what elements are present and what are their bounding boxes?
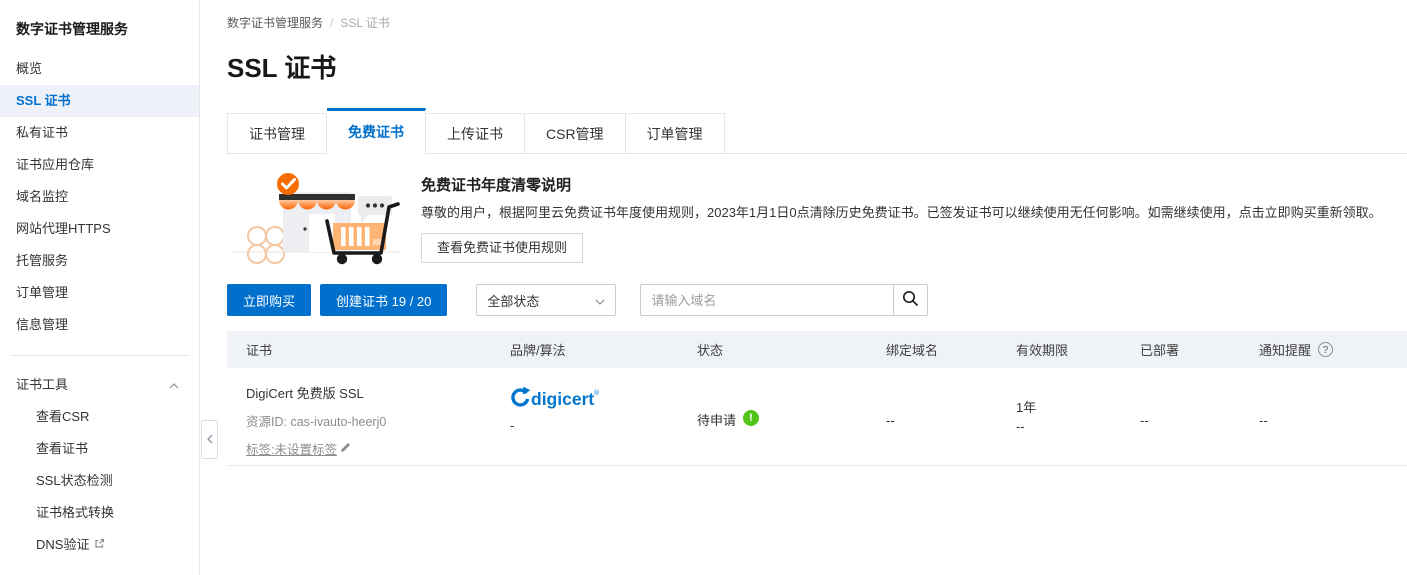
sidebar-divider xyxy=(10,355,189,356)
banner-description: 尊敬的用户，根据阿里云免费证书年度使用规则，2023年1月1日0点清除历史免费证… xyxy=(421,204,1382,221)
breadcrumb-root[interactable]: 数字证书管理服务 xyxy=(227,16,323,30)
sidebar-item-dns-verify[interactable]: DNS验证 xyxy=(0,529,199,561)
sidebar-item-info-mgmt[interactable]: 信息管理 xyxy=(0,309,199,341)
table-header-row: 证书 品牌/算法 状态 绑定域名 有效期限 已部署 通知提醒 ? xyxy=(227,331,1407,368)
sidebar-item-ssl-cert[interactable]: SSL 证书 xyxy=(0,85,199,117)
page-title: SSL 证书 xyxy=(227,48,1407,85)
sidebar-item-label: 证书格式转换 xyxy=(36,497,114,529)
cert-name: DigiCert 免费版 SSL xyxy=(246,368,510,402)
cert-tag-label: 标签:未设置标签 xyxy=(246,439,337,458)
status-text: 待申请 xyxy=(697,410,736,429)
col-header-notify-label: 通知提醒 xyxy=(1259,340,1311,359)
cert-resource-id: 资源ID: cas-ivauto-heerj0 xyxy=(246,411,510,430)
sidebar-item-label: DNS验证 xyxy=(36,529,89,561)
sidebar-item-hosting[interactable]: 托管服务 xyxy=(0,245,199,277)
col-header-deployed: 已部署 xyxy=(1140,340,1259,359)
status-filter-value: 全部状态 xyxy=(487,291,539,310)
search-button[interactable] xyxy=(893,284,928,316)
sidebar-item-label: 查看证书 xyxy=(36,433,88,465)
chevron-left-icon xyxy=(207,431,213,449)
edit-pencil-icon xyxy=(340,442,351,456)
table-row: DigiCert 免费版 SSL 资源ID: cas-ivauto-heerj0… xyxy=(227,368,1407,466)
domain-search xyxy=(640,284,928,316)
create-cert-button[interactable]: 创建证书 19 / 20 xyxy=(320,284,447,316)
tab-cert-management[interactable]: 证书管理 xyxy=(227,113,327,154)
sidebar: 数字证书管理服务 概览 SSL 证书 私有证书 证书应用仓库 域名监控 网站代理… xyxy=(0,0,200,575)
sidebar-item-orders[interactable]: 订单管理 xyxy=(0,277,199,309)
validity-cell: 1年 -- xyxy=(1016,368,1140,465)
sidebar-item-cert-format-convert[interactable]: 证书格式转换 xyxy=(0,497,199,529)
col-header-notify: 通知提醒 ? xyxy=(1259,340,1407,359)
sidebar-group-label: 证书工具 xyxy=(16,369,68,401)
registered-mark: ® xyxy=(594,389,600,397)
banner-title: 免费证书年度清零说明 xyxy=(421,174,1382,195)
chevron-up-icon xyxy=(169,369,179,401)
col-header-brand-algorithm: 品牌/算法 xyxy=(510,340,697,359)
col-header-certificate: 证书 xyxy=(227,340,510,359)
tab-csr-management[interactable]: CSR管理 xyxy=(525,113,626,154)
deployed-cell: -- xyxy=(1140,368,1259,465)
sidebar-title: 数字证书管理服务 xyxy=(0,0,199,34)
banner-body: 免费证书年度清零说明 尊敬的用户，根据阿里云免费证书年度使用规则，2023年1月… xyxy=(421,166,1382,263)
view-free-cert-rules-button[interactable]: 查看免费证书使用规则 xyxy=(421,233,583,263)
validity-value: 1年 xyxy=(1016,397,1140,416)
cert-tag-edit-link[interactable]: 标签:未设置标签 xyxy=(246,439,351,458)
brand-algorithm-value: - xyxy=(510,418,697,433)
sidebar-item-view-cert[interactable]: 查看证书 xyxy=(0,433,199,465)
ssl-certificate-console: 数字证书管理服务 概览 SSL 证书 私有证书 证书应用仓库 域名监控 网站代理… xyxy=(0,0,1407,575)
tab-upload-cert[interactable]: 上传证书 xyxy=(426,113,525,154)
tab-free-cert[interactable]: 免费证书 xyxy=(327,108,426,154)
bound-domain-cell: -- xyxy=(886,368,1016,465)
breadcrumb-separator: / xyxy=(330,16,333,30)
status-cell: 待申请 ! xyxy=(697,368,886,465)
certificate-table: 证书 品牌/算法 状态 绑定域名 有效期限 已部署 通知提醒 ? DigiCer… xyxy=(227,331,1407,466)
sidebar-collapse-handle[interactable] xyxy=(201,420,218,459)
col-header-status: 状态 xyxy=(697,340,886,359)
col-header-bound-domain: 绑定域名 xyxy=(886,340,1016,359)
sidebar-item-cert-repo[interactable]: 证书应用仓库 xyxy=(0,149,199,181)
notify-cell: -- xyxy=(1259,368,1407,465)
storefront-cart-illustration xyxy=(231,166,403,271)
cert-cell: DigiCert 免费版 SSL 资源ID: cas-ivauto-heerj0… xyxy=(227,368,510,465)
tab-order-management[interactable]: 订单管理 xyxy=(626,113,725,154)
breadcrumb: 数字证书管理服务 / SSL 证书 xyxy=(201,0,1407,31)
free-cert-notice-banner: 免费证书年度清零说明 尊敬的用户，根据阿里云免费证书年度使用规则，2023年1月… xyxy=(227,166,1407,271)
sidebar-item-domain-monitor[interactable]: 域名监控 xyxy=(0,181,199,213)
sidebar-item-web-proxy-https[interactable]: 网站代理HTTPS xyxy=(0,213,199,245)
buy-now-button[interactable]: 立即购买 xyxy=(227,284,311,316)
toolbar: 立即购买 创建证书 19 / 20 全部状态 xyxy=(227,284,1407,316)
breadcrumb-current: SSL 证书 xyxy=(340,16,390,30)
chevron-down-icon xyxy=(595,293,605,308)
status-pending-icon: ! xyxy=(743,410,759,426)
sidebar-item-private-cert[interactable]: 私有证书 xyxy=(0,117,199,149)
sidebar-group-cert-tools[interactable]: 证书工具 xyxy=(0,369,199,401)
sidebar-item-ssl-status-check[interactable]: SSL状态检测 xyxy=(0,465,199,497)
main-content: 数字证书管理服务 / SSL 证书 SSL 证书 证书管理 免费证书 上传证书 CS… xyxy=(201,0,1407,575)
col-header-validity: 有效期限 xyxy=(1016,340,1140,359)
sidebar-item-label: 查看CSR xyxy=(36,401,89,433)
digicert-logo: digicert ® xyxy=(510,386,697,414)
brand-cell: digicert ® - xyxy=(510,368,697,465)
status-filter-select[interactable]: 全部状态 xyxy=(476,284,616,316)
digicert-logo-text: digicert xyxy=(531,389,594,409)
external-link-icon xyxy=(94,529,105,561)
sidebar-item-label: SSL状态检测 xyxy=(36,465,113,497)
sidebar-item-view-csr[interactable]: 查看CSR xyxy=(0,401,199,433)
domain-search-input[interactable] xyxy=(640,284,893,316)
sidebar-item-overview[interactable]: 概览 xyxy=(0,53,199,85)
help-icon[interactable]: ? xyxy=(1318,342,1333,357)
search-icon xyxy=(902,290,919,310)
tab-bar: 证书管理 免费证书 上传证书 CSR管理 订单管理 xyxy=(227,108,1407,154)
validity-sub-value: -- xyxy=(1016,419,1140,434)
